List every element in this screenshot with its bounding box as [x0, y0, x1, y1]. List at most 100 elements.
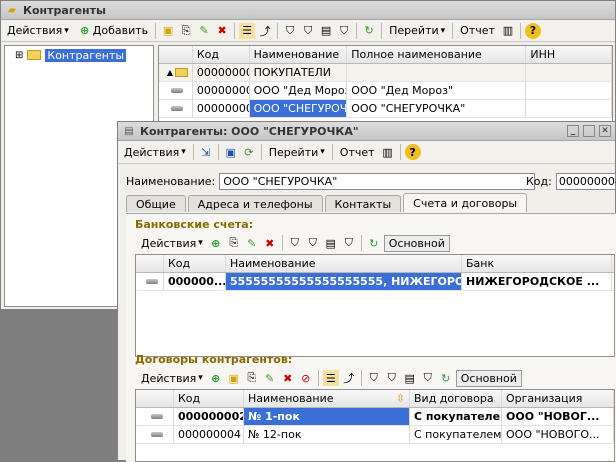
- filter-history-icon[interactable]: ▤: [402, 370, 418, 386]
- bank-accounts-table[interactable]: Код Наименование Банк 000000... 55555555…: [135, 254, 615, 357]
- table-row[interactable]: 000000004 ООО "СНЕГУРОЧ... ООО "СНЕГУРОЧ…: [159, 100, 612, 118]
- cell-name: 55555555555555555555, НИЖЕГОРОДСК...: [226, 273, 462, 290]
- refresh-icon[interactable]: ↻: [438, 370, 454, 386]
- delete-icon[interactable]: ✖: [214, 23, 230, 39]
- minimize-icon[interactable]: _: [567, 125, 579, 137]
- column-header[interactable]: Полное наименование: [347, 46, 526, 63]
- expand-icon[interactable]: ⊞: [15, 50, 23, 61]
- cell-inn: [526, 100, 612, 117]
- row-marker: [159, 82, 193, 99]
- cell-name: № 1-пок: [244, 408, 410, 425]
- filter-history-icon[interactable]: ▤: [318, 23, 334, 39]
- cell-name: ООО "Дед Мороз": [250, 82, 348, 99]
- column-header[interactable]: Наименование⇳: [244, 390, 410, 407]
- add-button[interactable]: ⊕ Добавить: [74, 22, 151, 40]
- column-header[interactable]: Код: [164, 255, 226, 272]
- filter-value-icon[interactable]: ⛉: [384, 370, 400, 386]
- copy-icon[interactable]: ⎘: [244, 370, 260, 386]
- copy-icon[interactable]: ⎘: [226, 235, 242, 251]
- contracts-actions-menu[interactable]: Действия: [138, 369, 206, 387]
- help-icon[interactable]: ?: [525, 23, 541, 39]
- hierarchy-icon[interactable]: ☰: [239, 23, 255, 39]
- cell-code: 000000002: [174, 408, 244, 425]
- item-icon: [151, 432, 163, 437]
- edit-icon[interactable]: ✎: [196, 23, 212, 39]
- refresh-icon[interactable]: ↻: [366, 235, 382, 251]
- folder-icon: [175, 68, 188, 77]
- edit-icon[interactable]: ✎: [244, 235, 260, 251]
- maximize-icon[interactable]: [583, 125, 595, 137]
- bank-main-button[interactable]: Основной: [384, 235, 450, 252]
- add-folder-icon[interactable]: ▣: [160, 23, 176, 39]
- filter-history-icon[interactable]: ▤: [323, 235, 339, 251]
- tab-contacts[interactable]: Контакты: [325, 195, 402, 212]
- table-header: Код Наименование⇳ Полное наименование ИН…: [159, 46, 612, 64]
- row-marker: [136, 408, 174, 425]
- contractors-table[interactable]: Код Наименование⇳ Полное наименование ИН…: [158, 45, 613, 125]
- contracts-toolbar: Действия ⊕ ▣ ⎘ ✎ ✖ ⊘ ☰ ⤴ ⛉ ⛉ ▤ ⛉ ↻ Основ…: [135, 367, 615, 389]
- level-up-icon[interactable]: ⤴: [257, 23, 273, 39]
- column-header[interactable]: Организация: [502, 390, 614, 407]
- filter-icon[interactable]: ⛉: [282, 23, 298, 39]
- cell-kind: С покупателем: [410, 408, 502, 425]
- cell-name: № 12-пок: [244, 426, 410, 443]
- delete-icon[interactable]: ✖: [280, 370, 296, 386]
- filter-icon[interactable]: ⛉: [366, 370, 382, 386]
- form-help-icon[interactable]: ?: [405, 144, 421, 160]
- refresh-icon[interactable]: ↻: [361, 23, 377, 39]
- form-report-button[interactable]: Отчет: [337, 143, 378, 161]
- copy-icon[interactable]: ⎘: [178, 23, 194, 39]
- reread-icon[interactable]: ⟳: [241, 144, 257, 160]
- form-goto-menu[interactable]: Перейти: [266, 143, 328, 161]
- mark-delete-icon[interactable]: ⊘: [298, 370, 314, 386]
- filter-value-icon[interactable]: ⛉: [305, 235, 321, 251]
- tab-addresses[interactable]: Адреса и телефоны: [188, 195, 323, 212]
- table-row[interactable]: 000000005 ООО "Дед Мороз" ООО "Дед Мороз…: [159, 82, 612, 100]
- column-header[interactable]: Код: [193, 46, 250, 63]
- hierarchy-icon[interactable]: ☰: [323, 370, 339, 386]
- add-icon[interactable]: ⊕: [208, 235, 224, 251]
- code-field[interactable]: 000000004: [556, 173, 616, 190]
- edit-icon[interactable]: ✎: [262, 370, 278, 386]
- contracts-table[interactable]: Код Наименование⇳ Вид договора Организац…: [135, 389, 615, 462]
- toolbar-separator: [381, 23, 382, 39]
- list-settings-icon[interactable]: ▥: [500, 23, 516, 39]
- form-settings-icon[interactable]: ▥: [380, 144, 396, 160]
- row-marker: ▲: [159, 64, 193, 81]
- clear-filter-icon[interactable]: ⛉: [420, 370, 436, 386]
- cell-code: 000000004: [174, 426, 244, 443]
- level-up-icon[interactable]: ⤴: [341, 370, 357, 386]
- tree-node[interactable]: ⊞ Контрагенты: [5, 46, 153, 64]
- table-row[interactable]: 000000... 55555555555555555555, НИЖЕГОРО…: [136, 273, 614, 291]
- name-field[interactable]: ООО "СНЕГУРОЧКА": [219, 173, 535, 190]
- tab-general[interactable]: Общие: [126, 195, 186, 212]
- column-header[interactable]: Наименование: [226, 255, 462, 272]
- bank-actions-menu[interactable]: Действия: [138, 234, 206, 252]
- delete-icon[interactable]: ✖: [262, 235, 278, 251]
- report-button[interactable]: Отчет: [457, 22, 498, 40]
- actions-menu[interactable]: Действия: [4, 22, 72, 40]
- table-row[interactable]: ▲ 000000002 ПОКУПАТЕЛИ: [159, 64, 612, 82]
- close-icon[interactable]: ✕: [599, 125, 611, 137]
- table-row[interactable]: 000000002 № 1-пок С покупателем ООО "НОВ…: [136, 408, 614, 426]
- filter-value-icon[interactable]: ⛉: [300, 23, 316, 39]
- clear-filter-icon[interactable]: ⛉: [336, 23, 352, 39]
- form-actions-menu[interactable]: Действия: [121, 143, 189, 161]
- column-header[interactable]: ИНН: [526, 46, 612, 63]
- column-header[interactable]: Вид договора: [410, 390, 502, 407]
- goto-menu[interactable]: Перейти: [386, 22, 448, 40]
- add-icon[interactable]: ⊕: [208, 370, 224, 386]
- save-close-icon[interactable]: ⇲: [198, 144, 214, 160]
- clear-filter-icon[interactable]: ⛉: [341, 235, 357, 251]
- column-header[interactable]: Банк: [462, 255, 612, 272]
- column-header[interactable]: Код: [174, 390, 244, 407]
- toolbar-separator: [361, 370, 362, 386]
- contracts-main-button[interactable]: Основной: [456, 370, 522, 387]
- filter-icon[interactable]: ⛉: [287, 235, 303, 251]
- tab-accounts-contracts[interactable]: Счета и договоры: [403, 193, 527, 212]
- table-row[interactable]: 000000004 № 12-пок С покупателем ООО "НО…: [136, 426, 614, 444]
- column-header[interactable]: Наименование⇳: [250, 46, 348, 63]
- save-icon[interactable]: ▣: [223, 144, 239, 160]
- row-marker: [136, 426, 174, 443]
- add-folder-icon[interactable]: ▣: [226, 370, 242, 386]
